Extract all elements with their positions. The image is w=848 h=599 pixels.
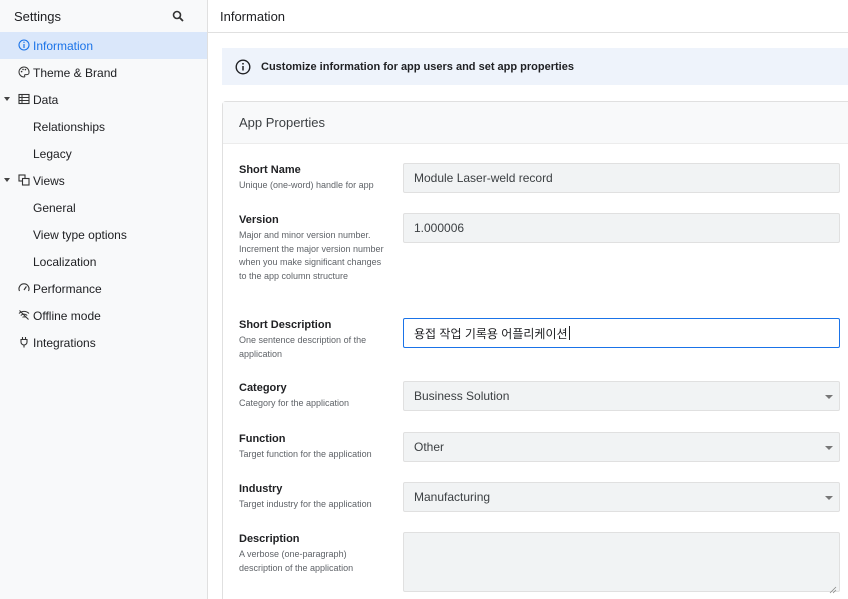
short-description-label-group: Short Description One sentence descripti… <box>239 319 389 361</box>
sidebar-item-label: Data <box>33 92 59 107</box>
plug-icon <box>18 336 30 348</box>
sidebar-item-label: Performance <box>33 281 102 296</box>
card-header: App Properties <box>223 102 848 144</box>
app-properties-card: App Properties Short Name Unique (one-wo… <box>222 101 848 599</box>
field-label: Short Name <box>239 164 301 176</box>
sidebar-item-offline-mode[interactable]: Offline mode <box>0 302 207 329</box>
chevron-down-icon[interactable] <box>4 178 10 182</box>
dropdown-arrow-icon <box>825 395 833 399</box>
category-select[interactable]: Business Solution <box>403 381 840 411</box>
speedometer-icon <box>18 282 30 294</box>
version-label-group: Version Major and minor version number. … <box>239 214 389 283</box>
description-textarea[interactable] <box>403 532 840 594</box>
dropdown-arrow-icon <box>825 446 833 450</box>
short-description-input[interactable]: 용접 작업 기록용 어플리케이션 <box>403 318 840 348</box>
field-description: A verbose (one-paragraph) description of… <box>239 549 354 573</box>
field-description: Unique (one-word) handle for app <box>239 180 374 190</box>
resize-grip-icon[interactable] <box>829 581 837 594</box>
field-value: 용접 작업 기록용 어플리케이션 <box>414 326 568 341</box>
sidebar-item-label: Information <box>33 38 94 53</box>
field-description: One sentence description of the applicat… <box>239 335 367 359</box>
info-icon <box>235 59 251 75</box>
description-label-group: Description A verbose (one-paragraph) de… <box>239 533 389 575</box>
table-icon <box>18 93 30 105</box>
field-value: Manufacturing <box>414 490 491 504</box>
field-label: Description <box>239 533 300 545</box>
chevron-down-icon[interactable] <box>4 97 10 101</box>
sidebar-item-label: Legacy <box>33 146 72 161</box>
page-title: Information <box>220 8 286 24</box>
industry-select[interactable]: Manufacturing <box>403 482 840 512</box>
function-select[interactable]: Other <box>403 432 840 462</box>
industry-label-group: Industry Target industry for the applica… <box>239 483 389 512</box>
info-icon <box>18 39 30 51</box>
field-value: Other <box>414 440 445 454</box>
field-label: Industry <box>239 483 283 495</box>
sidebar-item-label: General <box>33 200 76 215</box>
field-label: Short Description <box>239 319 332 331</box>
wifi-off-icon <box>18 309 30 321</box>
field-value: Module Laser-weld record <box>414 171 553 185</box>
sidebar-item-view-type-options[interactable]: View type options <box>0 221 207 248</box>
field-value: 1.000006 <box>414 221 465 235</box>
sidebar-item-general[interactable]: General <box>0 194 207 221</box>
top-bar: Information <box>208 0 848 33</box>
search-icon[interactable] <box>171 9 185 23</box>
info-banner: Customize information for app users and … <box>222 48 848 85</box>
sidebar-item-label: Views <box>33 173 65 188</box>
field-label: Category <box>239 382 287 394</box>
card-title: App Properties <box>239 115 325 130</box>
field-value: Business Solution <box>414 389 510 403</box>
sidebar-item-integrations[interactable]: Integrations <box>0 329 207 356</box>
sidebar-item-relationships[interactable]: Relationships <box>0 113 207 140</box>
sidebar-item-data[interactable]: Data <box>0 86 207 113</box>
sidebar-item-label: View type options <box>33 227 127 242</box>
short-name-label-group: Short Name Unique (one-word) handle for … <box>239 164 389 193</box>
sidebar-item-performance[interactable]: Performance <box>0 275 207 302</box>
sidebar-item-label: Localization <box>33 254 97 269</box>
sidebar-item-theme-brand[interactable]: Theme & Brand <box>0 59 207 86</box>
field-label: Version <box>239 214 279 226</box>
sidebar-item-information[interactable]: Information <box>0 32 207 59</box>
field-description: Category for the application <box>239 398 350 408</box>
sidebar-item-label: Integrations <box>33 335 96 350</box>
field-description: Target function for the application <box>239 449 372 459</box>
short-name-input[interactable]: Module Laser-weld record <box>403 163 840 193</box>
version-input[interactable]: 1.000006 <box>403 213 840 243</box>
field-label: Function <box>239 433 286 445</box>
function-label-group: Function Target function for the applica… <box>239 433 389 462</box>
palette-icon <box>18 66 30 78</box>
views-icon <box>18 174 30 186</box>
banner-text: Customize information for app users and … <box>261 60 574 73</box>
dropdown-arrow-icon <box>825 496 833 500</box>
sidebar-item-legacy[interactable]: Legacy <box>0 140 207 167</box>
field-description: Major and minor version number. Incremen… <box>239 230 384 281</box>
field-description: Target industry for the application <box>239 499 372 509</box>
category-label-group: Category Category for the application <box>239 382 389 411</box>
sidebar-item-label: Relationships <box>33 119 106 134</box>
sidebar-item-label: Offline mode <box>33 308 101 323</box>
text-cursor <box>568 326 570 340</box>
sidebar-item-label: Theme & Brand <box>33 65 118 80</box>
sidebar-header: Settings <box>0 0 207 32</box>
sidebar-item-localization[interactable]: Localization <box>0 248 207 275</box>
sidebar-title: Settings <box>14 8 61 24</box>
sidebar-item-views[interactable]: Views <box>0 167 207 194</box>
sidebar-nav: Information Theme & Brand Data Relations… <box>0 32 207 356</box>
sidebar: Settings Information Theme & Brand Data … <box>0 0 208 599</box>
